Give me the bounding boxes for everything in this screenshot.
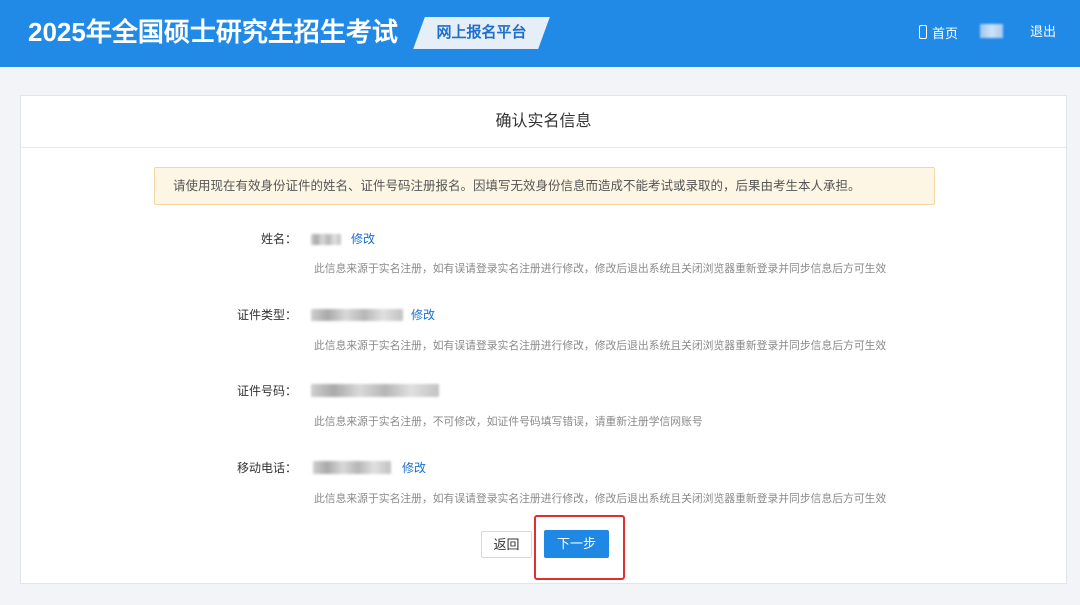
edit-name-link[interactable]: 修改 (351, 231, 375, 247)
edit-mobile-phone-link[interactable]: 修改 (402, 460, 426, 476)
platform-badge: 网上报名平台 (413, 17, 550, 49)
id-number-hint: 此信息来源于实名注册，不可修改，如证件号码填写错误，请重新注册学信网账号 (314, 416, 703, 428)
platform-badge-label: 网上报名平台 (436, 24, 527, 41)
id-type-label: 证件类型： (236, 308, 297, 322)
confirm-identity-card: 确认实名信息 请使用现在有效身份证件的姓名、证件号码注册报名。因填写无效身份信息… (20, 95, 1067, 584)
mobile-phone-hint: 此信息来源于实名注册，如有误请登录实名注册进行修改，修改后退出系统且关闭浏览器重… (314, 493, 887, 505)
next-step-button[interactable]: 下一步 (544, 530, 609, 558)
warning-notice: 请使用现在有效身份证件的姓名、证件号码注册报名。因填写无效身份信息而造成不能考试… (154, 167, 935, 205)
home-link-label: 首页 (932, 25, 959, 41)
redacted-username (980, 24, 1003, 38)
name-label: 姓名： (260, 232, 297, 246)
redacted-mobile-phone-value (313, 461, 391, 474)
id-type-hint: 此信息来源于实名注册，如有误请登录实名注册进行修改，修改后退出系统且关闭浏览器重… (314, 340, 887, 352)
name-hint: 此信息来源于实名注册，如有误请登录实名注册进行修改，修改后退出系统且关闭浏览器重… (314, 263, 887, 275)
card-title: 确认实名信息 (495, 113, 592, 130)
back-button[interactable]: 返回 (481, 531, 532, 558)
redacted-name-value (311, 234, 341, 245)
site-title: 2025年全国硕士研究生招生考试 (28, 17, 398, 47)
redacted-id-number-value (311, 384, 439, 397)
mobile-phone-label: 移动电话： (236, 461, 297, 475)
home-link[interactable]: 首页 (919, 21, 958, 43)
mobile-phone-icon (919, 25, 927, 39)
card-header: 确认实名信息 (21, 96, 1066, 148)
top-header: 2025年全国硕士研究生招生考试 网上报名平台 首页 退出 (0, 0, 1080, 67)
logout-link[interactable]: 退出 (1030, 21, 1056, 43)
id-number-label: 证件号码： (236, 384, 297, 398)
redacted-id-type-value (311, 309, 403, 321)
edit-id-type-link[interactable]: 修改 (411, 307, 435, 323)
